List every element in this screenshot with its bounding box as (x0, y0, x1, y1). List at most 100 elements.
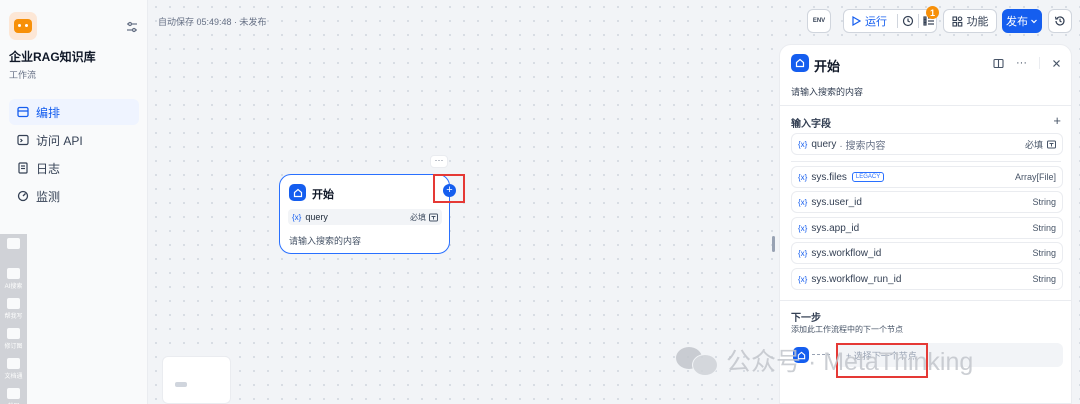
panel-description[interactable]: 请输入搜索的内容 (791, 85, 863, 98)
minimap[interactable] (162, 356, 231, 404)
heart-icon (7, 238, 20, 249)
field-type: String (1032, 248, 1056, 258)
add-field-button[interactable]: + (1053, 113, 1061, 128)
variable-icon: {x} (798, 139, 808, 149)
document-icon (7, 358, 20, 369)
system-field-row: {x} sys.user_id String (791, 191, 1063, 213)
sidebar-item-label: 监测 (36, 189, 61, 204)
autosave-status: 自动保存 05:49:48 · 未发布 (158, 17, 267, 27)
required-label: 必填 (1024, 139, 1043, 150)
field-name: sys.user_id (811, 196, 862, 208)
field-type: Array[File] (1014, 172, 1056, 182)
split-view-icon[interactable] (993, 58, 1004, 69)
node-title: 开始 (312, 189, 334, 201)
node-description: 请输入搜索的内容 (289, 236, 362, 246)
screenshot-tool[interactable]: 截图 (0, 384, 27, 404)
panel-header-actions: ··· (993, 57, 1061, 69)
variable-icon: {x} (798, 274, 808, 284)
publish-button[interactable]: 发布 (1002, 9, 1042, 33)
field-type: String (1032, 274, 1056, 284)
sidebar-item-api[interactable]: 访问 API (9, 127, 139, 153)
history-button[interactable] (1048, 9, 1072, 33)
home-icon (289, 184, 306, 201)
camera-icon (7, 388, 20, 399)
run-label: 运行 (865, 16, 887, 28)
image-icon (7, 328, 20, 339)
system-field-row: {x} sys.workflow_id String (791, 242, 1063, 264)
tool-label: 文档通 (4, 374, 23, 380)
sidebar-item-label: 日志 (36, 161, 61, 176)
divider (780, 300, 1071, 301)
variable-icon: {x} (798, 172, 808, 182)
start-node[interactable]: 开始 {x} query 必填 请输入搜索的内容 (279, 174, 450, 254)
wechat-logo-icon (676, 345, 718, 376)
text-input-icon (429, 213, 438, 221)
field-name: sys.app_id (811, 222, 860, 234)
next-step-heading: 下一步 (791, 313, 821, 324)
variable-icon: {x} (798, 248, 808, 258)
panel-resize-handle[interactable] (772, 236, 775, 252)
more-icon[interactable]: ··· (1016, 57, 1027, 69)
ai-search-icon (7, 268, 20, 279)
app-type: 工作流 (9, 70, 37, 80)
field-name: sys.workflow_run_id (811, 273, 902, 285)
monitor-icon (17, 190, 29, 202)
checklist-clock-icon[interactable] (902, 15, 914, 27)
field-type: String (1032, 197, 1056, 207)
node-more-button[interactable]: ··· (430, 155, 448, 168)
sidebar-item-orchestrate[interactable]: 编排 (9, 99, 139, 125)
tool-label: 帮我写 (4, 314, 23, 320)
document-tool[interactable]: 文档通 (0, 354, 27, 384)
app-header: 企业RAG知识库 工作流 (9, 12, 139, 81)
watermark: 公众号 · MetaThinking (676, 342, 973, 378)
field-label: · 搜索内容 (839, 140, 886, 152)
system-field-row: {x} sys.workflow_run_id String (791, 268, 1063, 290)
heart-tool[interactable] (0, 234, 27, 264)
features-button[interactable]: 功能 (943, 9, 997, 33)
panel-title: 开始 (814, 59, 841, 74)
app-name: 企业RAG知识库 (9, 50, 96, 64)
system-field-row: {x} sys.app_id String (791, 217, 1063, 239)
image-tool[interactable]: 修订图 (0, 324, 27, 354)
env-button[interactable]: ENV (807, 9, 831, 33)
layout-icon (17, 106, 29, 118)
watermark-text: 公众号 · MetaThinking (726, 348, 974, 376)
robot-icon (9, 12, 37, 40)
variable-icon: {x} (798, 197, 808, 207)
sidebar-item-logs[interactable]: 日志 (9, 155, 139, 181)
sidebar-item-label: 编排 (36, 105, 61, 120)
chevron-down-icon (1031, 19, 1037, 24)
required-label: 必填 (410, 212, 426, 222)
field-name: sys.files (811, 171, 847, 183)
divider (1039, 57, 1040, 69)
legacy-badge: LEGACY (851, 172, 885, 182)
field-type: String (1032, 223, 1056, 233)
sidebar-item-label: 访问 API (36, 133, 83, 148)
divider (918, 14, 919, 28)
system-field-row: {x} sys.files LEGACY Array[File] (791, 166, 1063, 188)
close-icon[interactable] (1052, 59, 1061, 68)
sidebar-nav: 编排 访问 API 日志 监测 (9, 99, 139, 211)
input-field-row[interactable]: {x} query · 搜索内容 必填 (791, 133, 1063, 155)
pen-icon (7, 298, 20, 309)
sidebar-item-monitor[interactable]: 监测 (9, 183, 139, 209)
highlight-box (433, 174, 465, 203)
ai-search-tool[interactable]: AI搜索 (0, 264, 27, 294)
variable-icon: {x} (798, 223, 808, 233)
input-fields-heading: 输入字段 (791, 119, 831, 130)
play-icon (852, 16, 861, 26)
divider (780, 105, 1071, 106)
run-toolbar-group: 运行 (843, 9, 937, 33)
run-button[interactable]: 运行 (845, 13, 893, 29)
write-tool[interactable]: 帮我写 (0, 294, 27, 324)
log-icon (18, 162, 28, 174)
divider (791, 161, 1061, 162)
history-icon (1054, 16, 1065, 26)
field-name: query (811, 138, 837, 150)
field-name: sys.workflow_id (811, 247, 882, 259)
settings-sliders-icon[interactable] (125, 20, 139, 34)
tool-label: 修订图 (4, 344, 23, 350)
divider (897, 14, 898, 28)
apps-icon (951, 15, 962, 27)
floating-tool-strip: AI搜索 帮我写 修订图 文档通 截图 (0, 234, 27, 404)
